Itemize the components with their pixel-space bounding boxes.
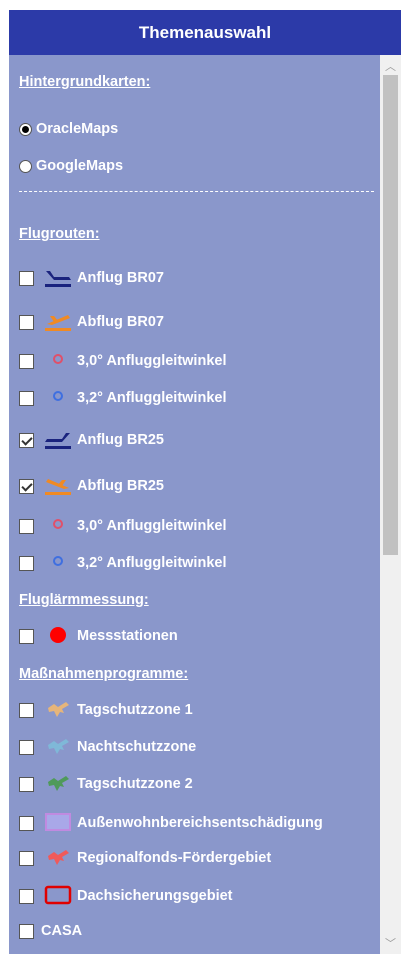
takeoff-plane-icon [41, 310, 75, 334]
section-title-hintergrundkarten: Hintergrundkarten: [19, 74, 151, 90]
layer-row-anflug-br07[interactable]: Anflug BR07 [19, 266, 164, 290]
circle-red-icon [41, 349, 75, 373]
layer-label: Tagschutzzone 2 [77, 776, 193, 792]
scrollbar-thumb[interactable] [383, 75, 398, 555]
layer-label: Außenwohnbereichsentschädigung [77, 815, 323, 831]
landing-plane-icon [41, 266, 75, 290]
red-rect-icon [41, 884, 75, 908]
layer-label: Regionalfonds-Fördergebiet [77, 850, 272, 866]
purple-rect-icon [41, 811, 75, 835]
vertical-scrollbar[interactable]: ︿ ﹀ [380, 55, 401, 954]
checkbox-anfluggleitwinkel-30-br25[interactable] [19, 518, 34, 534]
circle-blue-icon [41, 386, 75, 410]
section-separator [19, 191, 374, 192]
radio-label-oraclemaps: OracleMaps [36, 121, 119, 137]
layer-row-casa[interactable]: CASA [19, 923, 82, 939]
layer-row-anfluggleitwinkel-30-br25[interactable]: 3,0° Anfluggleitwinkel [19, 514, 226, 538]
layer-label: Messstationen [77, 628, 178, 644]
layer-row-anfluggleitwinkel-32-br25[interactable]: 3,2° Anfluggleitwinkel [19, 551, 226, 575]
layer-label: Abflug BR25 [77, 478, 164, 494]
checkbox-tagschutzzone-1[interactable] [19, 702, 34, 718]
layer-label: Dachsicherungsgebiet [77, 888, 233, 904]
radio-oraclemaps[interactable] [19, 122, 32, 136]
layer-label: Nachtschutzzone [77, 739, 197, 755]
landing-plane-icon [41, 428, 75, 452]
checkbox-anfluggleitwinkel-30[interactable] [19, 353, 34, 369]
layer-label: Anflug BR25 [77, 432, 164, 448]
layer-label: 3,2° Anfluggleitwinkel [77, 555, 227, 571]
radio-row-oraclemaps[interactable]: OracleMaps [19, 121, 118, 137]
checkbox-abflug-br07[interactable] [19, 314, 34, 330]
takeoff-plane-icon [41, 474, 75, 498]
checkbox-nachtschutzzone[interactable] [19, 739, 34, 755]
layer-label: 3,0° Anfluggleitwinkel [77, 353, 227, 369]
layer-row-tagschutzzone-1[interactable]: Tagschutzzone 1 [19, 698, 193, 722]
checkbox-messstationen[interactable] [19, 628, 34, 644]
checkbox-anfluggleitwinkel-32-br25[interactable] [19, 555, 34, 571]
checkbox-anflug-br07[interactable] [19, 270, 34, 286]
circle-blue-icon [41, 551, 75, 575]
layer-label: Tagschutzzone 1 [77, 702, 193, 718]
checkbox-regionalfonds[interactable] [19, 850, 34, 866]
panel-content: Hintergrundkarten: OracleMaps GoogleMaps… [9, 55, 380, 954]
checkbox-abflug-br25[interactable] [19, 478, 34, 494]
layer-row-dachsicherung[interactable]: Dachsicherungsgebiet [19, 884, 233, 908]
zone-shape-icon [41, 846, 75, 870]
checkbox-aussenwohnbereich[interactable] [19, 815, 34, 831]
layer-row-aussenwohnbereich[interactable]: Außenwohnbereichsentschädigung [19, 811, 323, 835]
layer-row-anflug-br25[interactable]: Anflug BR25 [19, 428, 164, 452]
layer-row-regionalfonds[interactable]: Regionalfonds-Fördergebiet [19, 846, 271, 870]
checkbox-tagschutzzone-2[interactable] [19, 776, 34, 792]
radio-row-googlemaps[interactable]: GoogleMaps [19, 158, 123, 174]
layer-label: Anflug BR07 [77, 270, 164, 286]
layer-label: 3,2° Anfluggleitwinkel [77, 390, 227, 406]
checkbox-casa[interactable] [19, 923, 34, 939]
zone-shape-icon [41, 698, 75, 722]
layer-label: CASA [41, 923, 83, 939]
radio-googlemaps[interactable] [19, 159, 32, 173]
red-dot-icon [41, 624, 75, 648]
zone-shape-icon [41, 772, 75, 796]
theme-panel: Themenauswahl Hintergrundkarten: OracleM… [9, 10, 401, 954]
section-title-fluglaermmessung: Fluglärmmessung: [19, 592, 149, 608]
layer-row-anfluggleitwinkel-32[interactable]: 3,2° Anfluggleitwinkel [19, 386, 226, 410]
checkbox-anfluggleitwinkel-32[interactable] [19, 390, 34, 406]
checkbox-dachsicherung[interactable] [19, 888, 34, 904]
section-title-flugrouten: Flugrouten: [19, 226, 100, 242]
layer-row-abflug-br25[interactable]: Abflug BR25 [19, 474, 164, 498]
circle-red-icon [41, 514, 75, 538]
scroll-up-icon[interactable]: ︿ [380, 57, 401, 75]
scroll-down-icon[interactable]: ﹀ [380, 934, 401, 952]
layer-row-anfluggleitwinkel-30[interactable]: 3,0° Anfluggleitwinkel [19, 349, 226, 373]
layer-row-nachtschutzzone[interactable]: Nachtschutzzone [19, 735, 196, 759]
layer-row-messstationen[interactable]: Messstationen [19, 624, 178, 648]
zone-shape-icon [41, 735, 75, 759]
layer-label: Abflug BR07 [77, 314, 164, 330]
checkbox-anflug-br25[interactable] [19, 432, 34, 448]
panel-title: Themenauswahl [9, 10, 401, 55]
section-title-massnahmenprogramme: Maßnahmenprogramme: [19, 666, 189, 682]
layer-row-tagschutzzone-2[interactable]: Tagschutzzone 2 [19, 772, 193, 796]
radio-label-googlemaps: GoogleMaps [36, 158, 124, 174]
layer-row-abflug-br07[interactable]: Abflug BR07 [19, 310, 164, 334]
layer-label: 3,0° Anfluggleitwinkel [77, 518, 227, 534]
